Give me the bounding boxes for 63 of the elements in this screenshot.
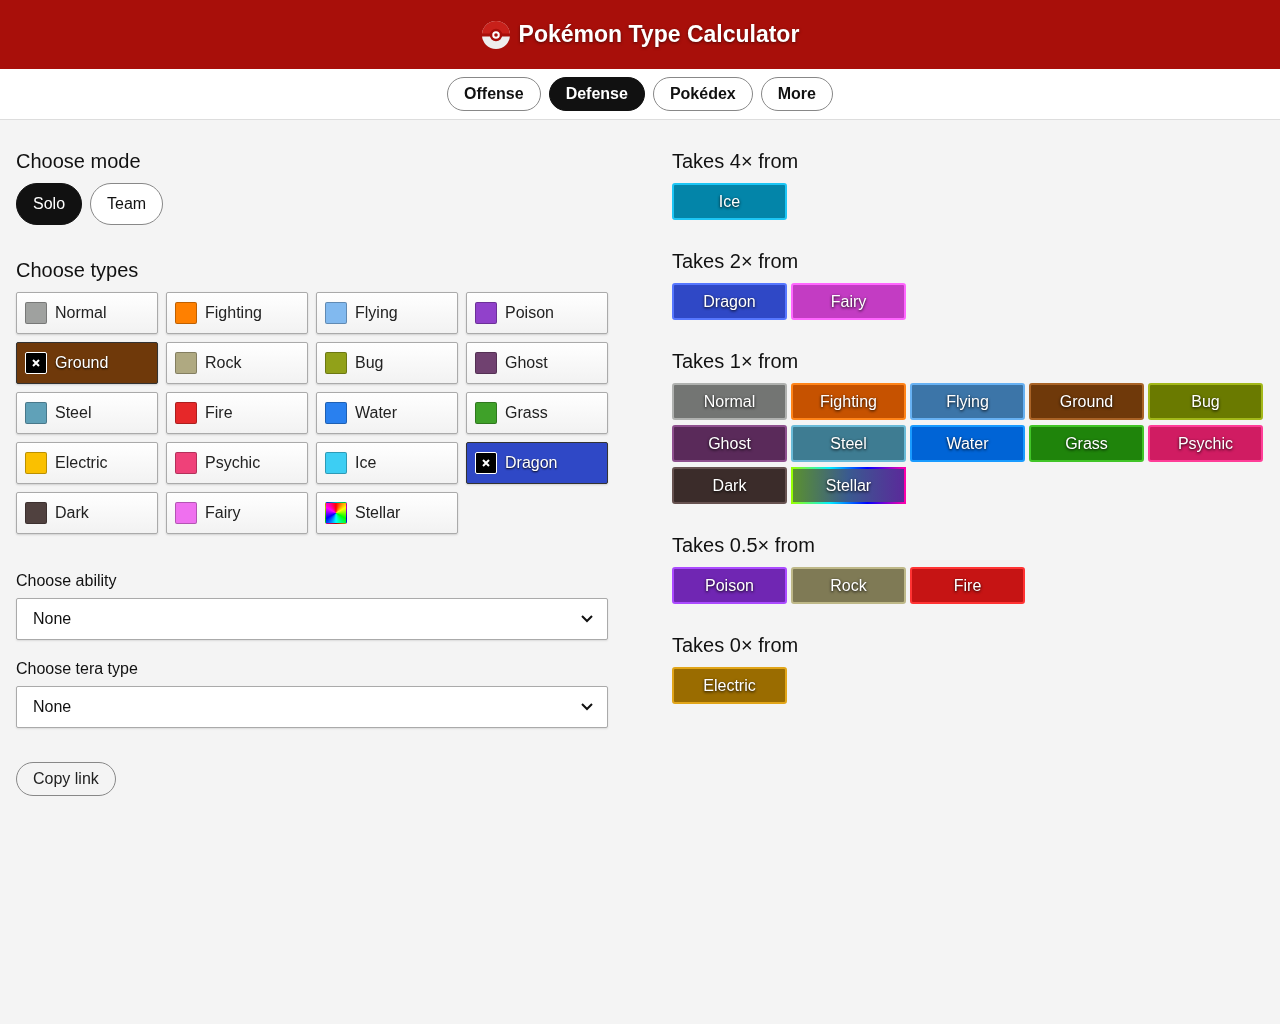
- chevron-down-icon: [581, 615, 593, 623]
- nav-tab[interactable]: Pokédex: [652, 77, 753, 111]
- type-toggle[interactable]: Rock: [166, 342, 308, 384]
- color-swatch: [325, 502, 347, 524]
- chevron-down-icon: [581, 703, 593, 711]
- type-toggle[interactable]: Fairy: [166, 492, 308, 534]
- pokeball-icon: [480, 19, 511, 50]
- checkbox-icon: [25, 352, 47, 374]
- mode-toggle[interactable]: Solo: [16, 183, 83, 225]
- type-toggle[interactable]: Psychic: [166, 442, 308, 484]
- type-badge: Flying: [910, 383, 1025, 420]
- mode-toggle[interactable]: Team: [90, 183, 164, 225]
- type-toggle[interactable]: Ground: [16, 342, 158, 384]
- section-heading: Takes 4× from: [672, 150, 800, 173]
- type-toggle[interactable]: Electric: [16, 442, 158, 484]
- type-badge: Rock: [791, 567, 906, 604]
- type-badge: Ghost: [672, 425, 787, 462]
- type-toggle[interactable]: Dragon: [466, 442, 608, 484]
- type-toggle[interactable]: Water: [316, 392, 458, 434]
- type-badge: Fire: [910, 567, 1025, 604]
- nav-tab[interactable]: Defense: [548, 77, 645, 111]
- type-badge: Bug: [1148, 383, 1263, 420]
- type-badge: Dark: [672, 467, 787, 504]
- type-toggle[interactable]: Steel: [16, 392, 158, 434]
- dropdown-field[interactable]: None: [16, 686, 608, 728]
- type-toggle[interactable]: Fighting: [166, 292, 308, 334]
- type-badge: Steel: [791, 425, 906, 462]
- type-toggle[interactable]: Stellar: [316, 492, 458, 534]
- section-heading: Takes 0.5× from: [672, 534, 816, 557]
- section-heading: Choose mode: [16, 150, 142, 173]
- type-badge: Normal: [672, 383, 787, 420]
- type-badge: Fairy: [791, 283, 906, 320]
- type-toggle[interactable]: Ghost: [466, 342, 608, 384]
- type-badge: Stellar: [791, 467, 906, 504]
- type-toggle[interactable]: Bug: [316, 342, 458, 384]
- type-badge: Grass: [1029, 425, 1144, 462]
- copy-link-button[interactable]: Copy link: [16, 762, 116, 796]
- type-badge: Ground: [1029, 383, 1144, 420]
- type-badge: Dragon: [672, 283, 787, 320]
- nav-tab[interactable]: Offense: [447, 77, 541, 111]
- type-toggle[interactable]: Ice: [316, 442, 458, 484]
- type-badge: Electric: [672, 667, 787, 704]
- dropdown-field[interactable]: None: [16, 598, 608, 640]
- type-badge: Ice: [672, 183, 787, 220]
- field-label: Choose ability: [16, 572, 118, 590]
- type-toggle[interactable]: Normal: [16, 292, 158, 334]
- type-toggle[interactable]: Poison: [466, 292, 608, 334]
- type-toggle[interactable]: Grass: [466, 392, 608, 434]
- section-heading: Takes 0× from: [672, 634, 800, 657]
- type-badge: Psychic: [1148, 425, 1263, 462]
- type-badge: Water: [910, 425, 1025, 462]
- field-label: Choose tera type: [16, 660, 139, 678]
- checkbox-icon: [475, 452, 497, 474]
- nav-tab[interactable]: More: [760, 77, 833, 111]
- section-heading: Choose types: [16, 259, 140, 282]
- type-toggle[interactable]: Dark: [16, 492, 158, 534]
- type-badge: Fighting: [791, 383, 906, 420]
- type-badge: Poison: [672, 567, 787, 604]
- section-heading: Takes 1× from: [672, 350, 800, 373]
- type-toggle[interactable]: Fire: [166, 392, 308, 434]
- section-heading: Takes 2× from: [672, 250, 800, 273]
- app-title: Pokémon Type Calculator: [518, 21, 800, 48]
- type-toggle[interactable]: Flying: [316, 292, 458, 334]
